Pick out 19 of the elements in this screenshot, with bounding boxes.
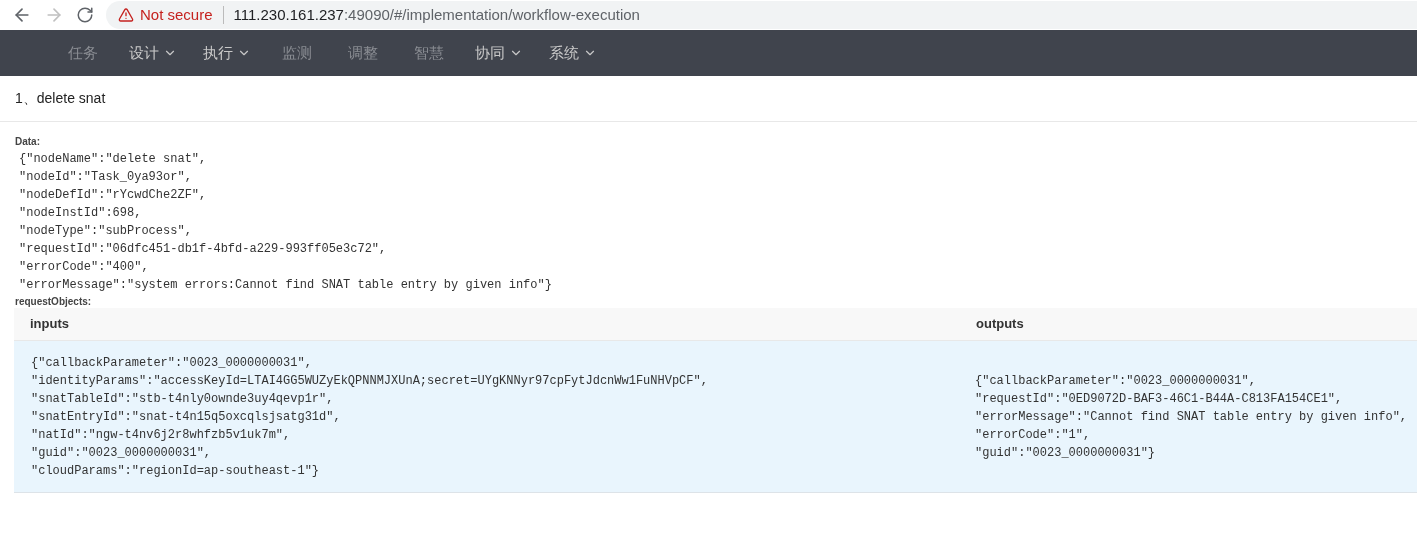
nav-menu-item[interactable]: 监测 <box>264 30 330 76</box>
security-label: Not secure <box>140 4 213 25</box>
nav-menu-item[interactable]: 系统 <box>536 30 610 76</box>
nav-menu-item[interactable]: 执行 <box>190 30 264 76</box>
warning-icon <box>118 7 134 23</box>
reload-icon[interactable] <box>76 6 94 24</box>
data-json: {"nodeName":"delete snat", "nodeId":"Task_0ya93or", "nodeDefId":"rYcwdChe2ZF", "nodeInstId":698, "nodeType":"subProcess", "requestId":"06dfc451-db1f-4bfd-a229-993ff05e3c72", "errorCode":"400", "errorMessage":"system errors:Cannot find SNAT table entry by given info"} <box>19 151 553 294</box>
column-header: inputs <box>29 315 70 334</box>
url-text: 111.230.161.237:49090/#/implementation/workflow-execution <box>233 4 640 25</box>
step-title: 1、delete snat <box>15 89 106 108</box>
request-objects-label: requestObjects: <box>15 296 93 308</box>
nav-menu-item[interactable]: 设计 <box>116 30 190 76</box>
data-label: Data: <box>15 136 41 148</box>
outputs-json: {"callbackParameter":"0023_0000000031", "requestId":"0ED9072D-BAF3-46C1-B44A-C813FA154CE1", "errorMessage":"Cannot find SNAT table entry by given info", "errorCode":"1", "guid":"0023_0000000031"} <box>975 372 1409 462</box>
address-bar[interactable]: Not secure 111.230.161.237:49090/#/implementation/workflow-execution <box>106 1 1417 29</box>
nav-menu-item[interactable]: 调整 <box>330 30 396 76</box>
nav-menu-item[interactable]: 协同 <box>462 30 536 76</box>
inputs-json: {"callbackParameter":"0023_0000000031", "identityParams":"accessKeyId=LTAI4GG5WUZyEkQPNNMJXUnA;secret=UYgKNNyr97cpFytJdcnWw1FuNHVpCF", "snatTableId":"stb-t4nly0ownde3uy4qevp1r", "snatEntryId":"snat-t4n15q5oxcqlsjsatg31d", "natId":"ngw-t4nv6j2r8whfzb5v1uk7m", "guid":"0023_0000000031", "cloudParams":"regionId=ap-southeast-1"} <box>31 354 709 480</box>
column-header: outputs <box>975 315 1025 334</box>
